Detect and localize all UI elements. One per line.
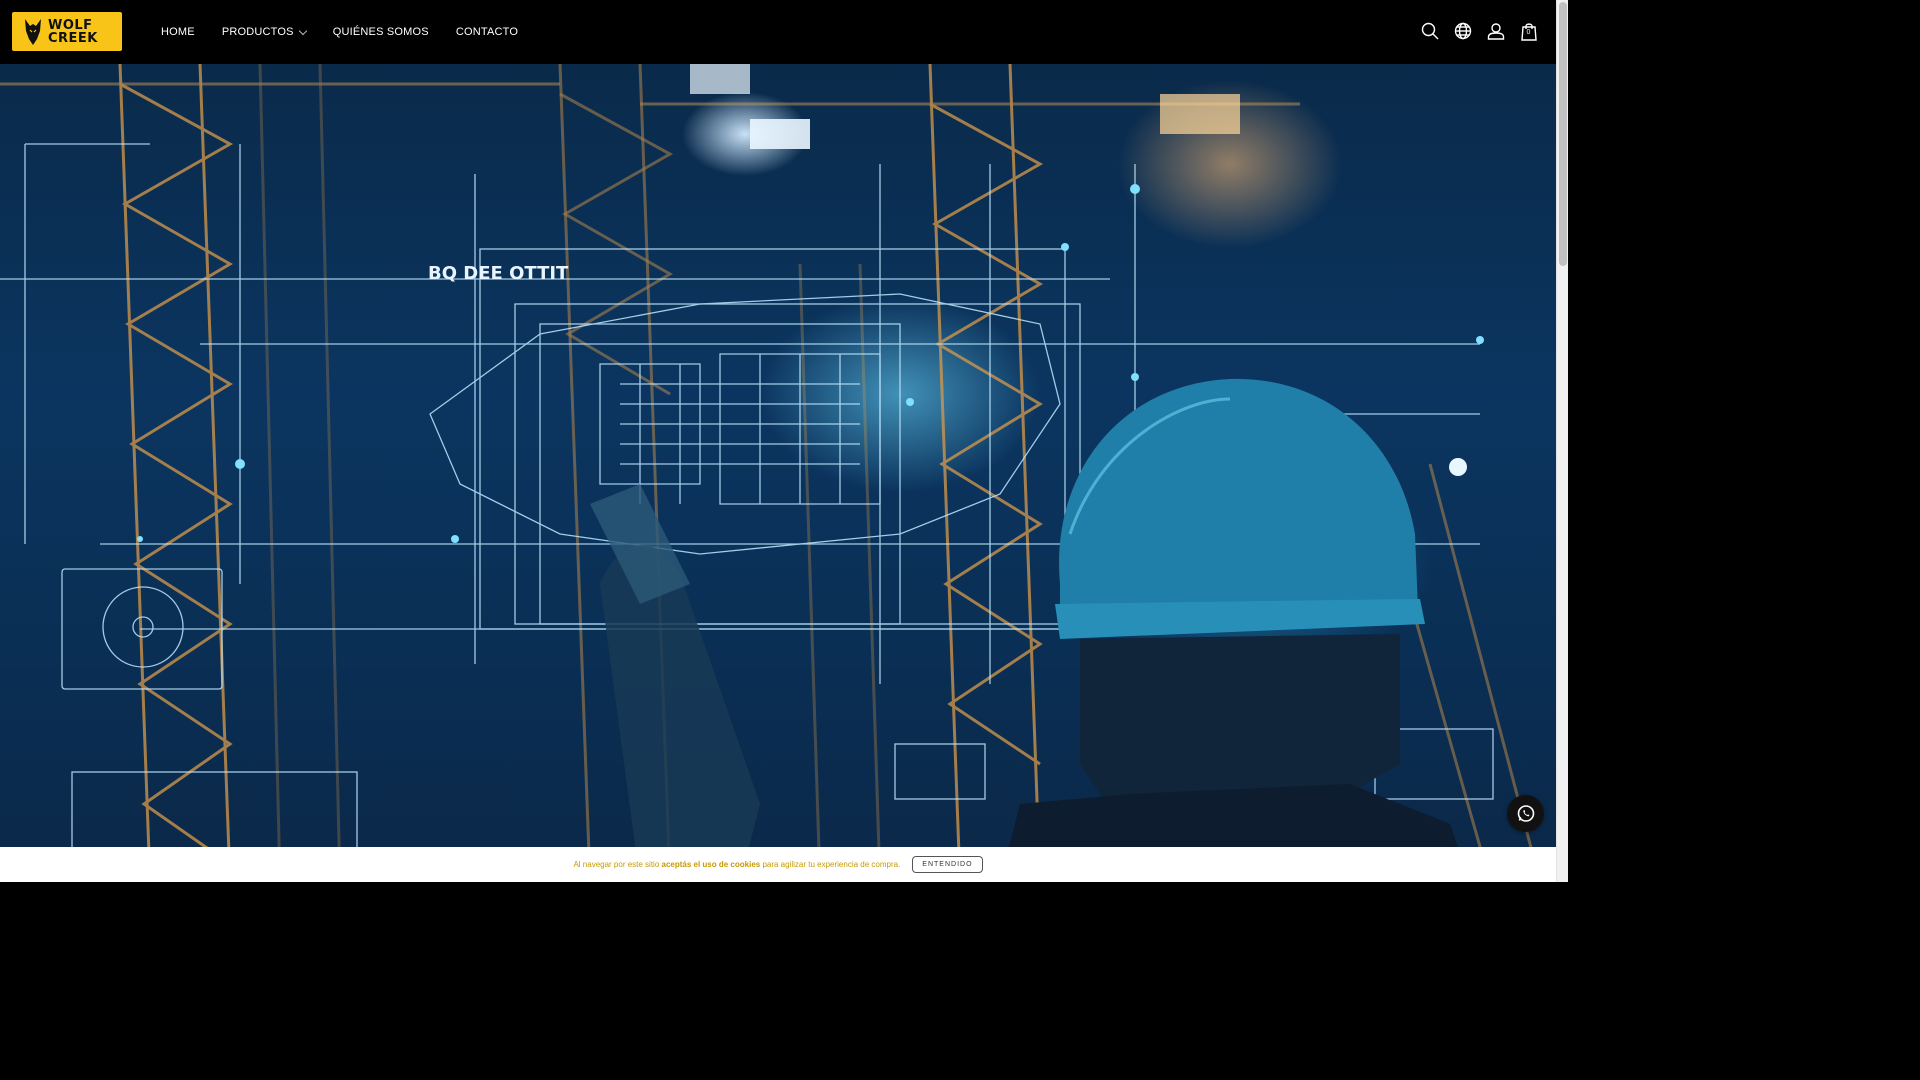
nav-quienes-somos[interactable]: QUIÉNES SOMOS [333, 26, 429, 38]
page-scrollbar[interactable] [1556, 0, 1568, 882]
nav-home[interactable]: HOME [161, 26, 195, 38]
cookie-text-after: para agilizar tu experiencia de compra. [760, 860, 901, 869]
hero-illustration: BQ DEE OTTIT [0, 64, 1542, 882]
language-button[interactable] [1453, 20, 1472, 42]
logo-text: WOLF CREEK [48, 19, 98, 45]
site-header: WOLF CREEK HOME PRODUCTOS QUIÉNES SOMOS … [0, 0, 1556, 64]
hero-overlay-text: BQ DEE OTTIT [428, 263, 569, 284]
cookie-text-bold: aceptás el uso de cookies [661, 860, 761, 869]
cart-count: 0 [1526, 29, 1531, 36]
page: WOLF CREEK HOME PRODUCTOS QUIÉNES SOMOS … [0, 0, 1568, 882]
logo-line1: WOLF [48, 17, 93, 33]
main-nav: HOME PRODUCTOS QUIÉNES SOMOS CONTACTO [161, 0, 545, 64]
search-icon [1421, 22, 1438, 40]
header-icons: 0 [1420, 20, 1538, 42]
nav-contacto[interactable]: CONTACTO [456, 26, 518, 38]
user-icon [1487, 23, 1504, 40]
nav-productos[interactable]: PRODUCTOS [221, 26, 307, 38]
hero-banner[interactable]: BQ DEE OTTIT [0, 64, 1556, 882]
cookie-accept-button[interactable]: ENTENDIDO [912, 856, 983, 873]
logo-line2: CREEK [48, 30, 98, 46]
nav-contacto-label: CONTACTO [455, 26, 519, 38]
nav-quienes-label: QUIÉNES SOMOS [332, 26, 429, 38]
whatsapp-button[interactable] [1507, 795, 1544, 832]
whatsapp-icon [1517, 804, 1534, 822]
cookie-text-before: Al navegar por este sitio [573, 860, 662, 869]
globe-icon [1454, 22, 1471, 40]
chevron-down-icon [298, 26, 307, 35]
nav-home-label: HOME [161, 26, 195, 38]
wolf-head-icon [25, 18, 41, 45]
cart-button[interactable]: 0 [1519, 20, 1538, 42]
nav-productos-label: PRODUCTOS [221, 26, 294, 38]
search-button[interactable] [1420, 20, 1439, 42]
account-button[interactable] [1486, 20, 1505, 42]
scrollbar-thumb[interactable] [1559, 2, 1567, 266]
cookie-banner: Al navegar por este sitio aceptás el uso… [0, 847, 1556, 882]
logo[interactable]: WOLF CREEK [12, 12, 122, 51]
site-lights [690, 64, 1240, 149]
